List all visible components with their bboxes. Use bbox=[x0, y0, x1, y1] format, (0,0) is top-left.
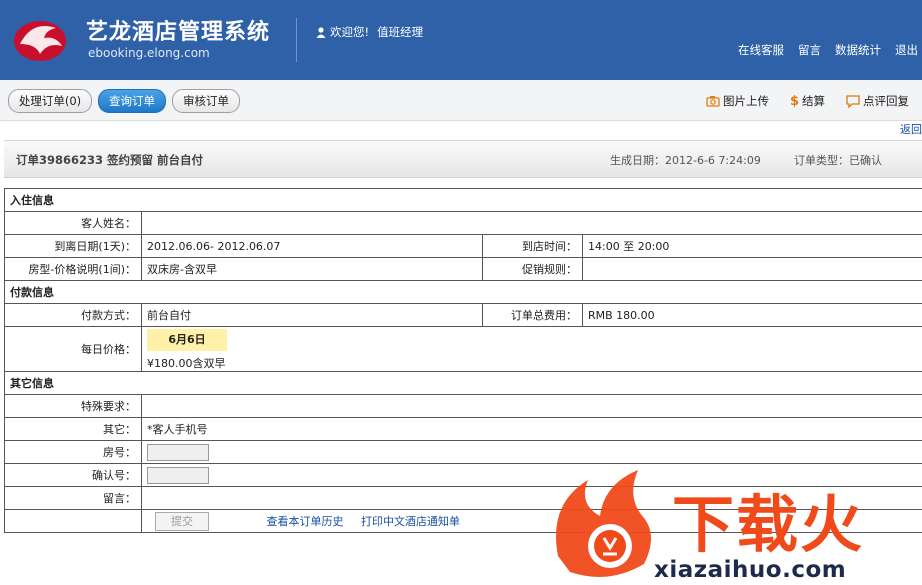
guest-name-label: 客人姓名： bbox=[4, 211, 142, 235]
user-name: 值班经理 bbox=[377, 25, 424, 39]
nav-logout[interactable]: 退出 bbox=[895, 42, 918, 58]
back-row: 返回 bbox=[0, 120, 922, 136]
photo-upload-tool[interactable]: 图片上传 bbox=[706, 93, 769, 109]
toolbar: 处理订单(0) 查询订单 审核订单 图片上传 $ 结算 点评回复 bbox=[0, 80, 922, 121]
other-value: *客人手机号 bbox=[141, 417, 922, 441]
promo-label: 促销规则： bbox=[482, 257, 583, 281]
dates-label: 到离日期(1天)： bbox=[4, 234, 142, 258]
print-notice-link[interactable]: 打印中文酒店通知单 bbox=[361, 515, 460, 528]
process-orders-button[interactable]: 处理订单(0) bbox=[8, 89, 92, 113]
user-icon bbox=[316, 26, 326, 38]
room-type-label: 房型-价格说明(1间)： bbox=[4, 257, 142, 281]
header-divider bbox=[296, 18, 297, 62]
special-request-label: 特殊要求： bbox=[4, 394, 142, 418]
arrival-label: 到店时间： bbox=[482, 234, 583, 258]
total-label: 订单总费用： bbox=[482, 303, 583, 327]
guest-name-value bbox=[141, 211, 922, 235]
room-number-cell bbox=[141, 440, 922, 464]
query-orders-button[interactable]: 查询订单 bbox=[98, 89, 166, 113]
room-type-value: 双床房-含双早 bbox=[141, 257, 483, 281]
review-reply-tool[interactable]: 点评回复 bbox=[846, 93, 909, 109]
total-value: RMB 180.00 bbox=[582, 303, 922, 327]
daily-price-label: 每日价格： bbox=[4, 326, 142, 372]
arrival-value: 14:00 至 20:00 bbox=[582, 234, 922, 258]
footer-empty bbox=[4, 509, 142, 533]
watermark-brand: 下载火 bbox=[672, 488, 865, 561]
order-type: 订单类型：已确认 bbox=[794, 154, 882, 167]
app-domain: ebooking.elong.com bbox=[88, 46, 210, 60]
pay-method-label: 付款方式： bbox=[4, 303, 142, 327]
order-summary-bar: 订单39866233 签约预留 前台自付 生成日期：2012-6-6 7:24:… bbox=[4, 140, 922, 178]
camera-icon bbox=[706, 96, 720, 107]
other-label: 其它： bbox=[4, 417, 142, 441]
settlement-label: 结算 bbox=[802, 94, 826, 108]
photo-upload-label: 图片上传 bbox=[723, 94, 769, 108]
nav-online-service[interactable]: 在线客服 bbox=[738, 42, 784, 58]
comment-icon bbox=[846, 94, 860, 108]
watermark-domain: xiazaihuo.com bbox=[654, 557, 847, 583]
message-label: 留言： bbox=[4, 486, 142, 510]
app-title: 艺龙酒店管理系统 bbox=[86, 20, 271, 45]
order-summary: 订单39866233 签约预留 前台自付 bbox=[16, 153, 204, 167]
daily-date: 6月6日 bbox=[147, 329, 227, 351]
pay-method-value: 前台自付 bbox=[141, 303, 483, 327]
header: 艺龙酒店管理系统 ebooking.elong.com 欢迎您! 值班经理 在线… bbox=[0, 0, 922, 80]
settlement-tool[interactable]: $ 结算 bbox=[790, 93, 825, 109]
created-date: 生成日期：2012-6-6 7:24:09 bbox=[610, 154, 761, 167]
submit-button[interactable]: 提交 bbox=[155, 511, 209, 531]
welcome-area: 欢迎您! 值班经理 bbox=[316, 24, 423, 40]
section-other: 其它信息 bbox=[4, 371, 922, 395]
order-history-link[interactable]: 查看本订单历史 bbox=[267, 515, 344, 528]
audit-orders-button[interactable]: 审核订单 bbox=[172, 89, 240, 113]
daily-price-value: ¥180.00含双早 bbox=[147, 357, 226, 370]
promo-value bbox=[582, 257, 922, 281]
confirm-number-label: 确认号： bbox=[4, 463, 142, 487]
special-request-value bbox=[141, 394, 922, 418]
review-reply-label: 点评回复 bbox=[863, 94, 909, 108]
back-link[interactable]: 返回 bbox=[900, 121, 922, 137]
room-number-input[interactable] bbox=[147, 443, 209, 461]
dragon-logo-icon bbox=[14, 21, 66, 61]
nav-statistics[interactable]: 数据统计 bbox=[835, 42, 881, 58]
dates-value: 2012.06.06- 2012.06.07 bbox=[141, 234, 483, 258]
section-payment: 付款信息 bbox=[4, 280, 922, 304]
top-nav: 在线客服 留言 数据统计 退出 bbox=[738, 42, 918, 58]
welcome-text: 欢迎您! bbox=[330, 25, 370, 39]
section-checkin: 入住信息 bbox=[4, 188, 922, 212]
nav-messages[interactable]: 留言 bbox=[798, 42, 821, 58]
room-number-label: 房号： bbox=[4, 440, 142, 464]
dollar-icon: $ bbox=[790, 93, 800, 109]
confirm-number-input[interactable] bbox=[147, 466, 209, 484]
daily-price-cell: 6月6日 ¥180.00含双早 bbox=[141, 326, 922, 372]
